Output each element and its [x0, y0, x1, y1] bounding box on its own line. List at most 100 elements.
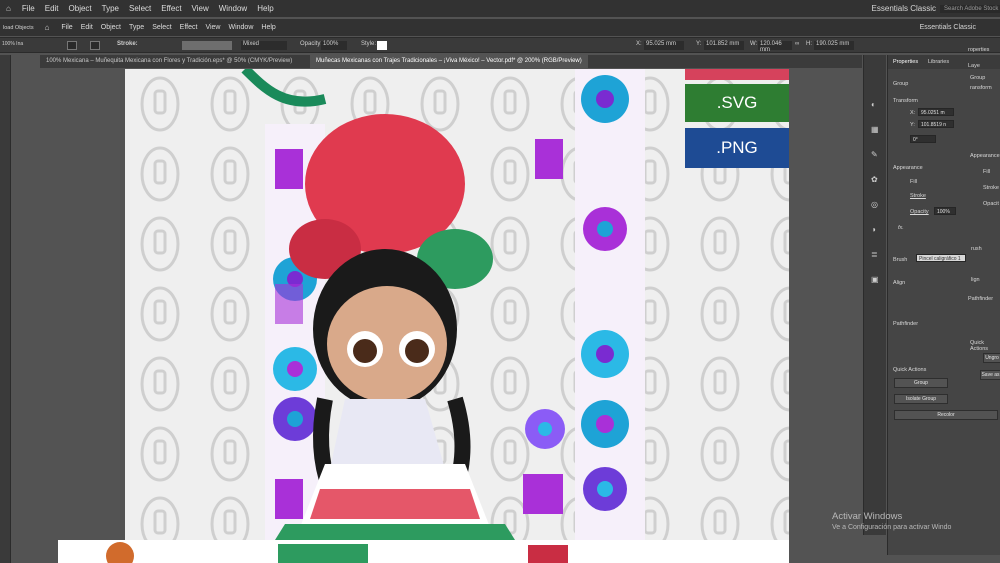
x-input[interactable]: 95.0251 m [918, 108, 954, 116]
panel2-quick-actions: Quick Actions [970, 340, 989, 352]
stroke-swatch[interactable] [90, 41, 100, 50]
menu-object[interactable]: Object [64, 4, 97, 13]
menu-file[interactable]: File [17, 4, 40, 13]
h-input[interactable]: 190.025 mm [814, 41, 854, 50]
layers-icon[interactable]: ≣ [871, 250, 878, 259]
opacity-label[interactable]: Opacity: [300, 41, 322, 47]
variable-width-profile[interactable] [182, 41, 232, 50]
isolate-group-button[interactable]: Isolate Group [894, 394, 948, 404]
menu-type[interactable]: Type [125, 24, 148, 31]
lower-artboard[interactable] [58, 540, 789, 563]
brush-select[interactable]: Mixed [241, 41, 287, 50]
menu-file[interactable]: File [57, 24, 76, 31]
decoration-text-block [278, 544, 368, 563]
stock-search-input[interactable]: Search Adobe Stock [940, 4, 1000, 13]
home-icon[interactable]: ⌂ [0, 4, 17, 13]
tab-mexicana-eps[interactable]: 100% Mexicana – Muñequita Mexicana con F… [40, 55, 308, 68]
opacity-input[interactable]: 100% [934, 207, 956, 215]
recolor-button[interactable]: Recolor [894, 410, 998, 420]
fill-label[interactable]: Fill [910, 179, 917, 185]
panel2-opacity: Opacit [983, 201, 999, 207]
brush-label: Brush [893, 257, 908, 263]
panel2-stroke: Stroke [983, 185, 999, 191]
menu-type[interactable]: Type [97, 4, 124, 13]
panel-dock-icons: ◐ ▦ ✎ ✿ ◎ ◑ ≣ ▣ [863, 55, 886, 535]
pathfinder-heading: Pathfinder [893, 321, 919, 327]
png-badge-label: .PNG [716, 138, 758, 157]
panel2-brush: rush [971, 246, 982, 252]
panel2-fill: Fill [983, 169, 991, 175]
home-icon[interactable]: ⌂ [37, 23, 58, 32]
y-input[interactable]: 101.8519 n [918, 120, 954, 128]
panel2-pathfinder: Pathfinder [968, 296, 994, 302]
menu-help[interactable]: Help [252, 4, 278, 13]
swatches-icon[interactable]: ▦ [871, 125, 879, 134]
transform-heading: Transform [893, 98, 918, 104]
panel2-properties: roperties [968, 47, 990, 53]
y-label: Y: [910, 122, 915, 128]
group-button[interactable]: Group [894, 378, 948, 388]
menu-edit[interactable]: Edit [40, 4, 64, 13]
x-label: X: [910, 110, 916, 116]
tab-libraries[interactable]: Libraries [928, 59, 949, 65]
color-icon[interactable]: ◐ [871, 100, 876, 109]
document-tabs: 100% Mexicana – Muñequita Mexicana con F… [40, 55, 862, 68]
menu-bar: ⌂ File Edit Object Type Select Effect Vi… [0, 0, 1000, 17]
svg-badge-label: .SVG [716, 93, 758, 112]
properties-panel: Properties Libraries Group Transform X: … [887, 47, 1000, 555]
h-label: H: [806, 41, 812, 47]
rotate-input[interactable]: 0° [910, 135, 936, 143]
menu-help[interactable]: Help [257, 24, 279, 31]
panel2-save-button[interactable]: Save as [980, 370, 1000, 380]
link-proportions-icon[interactable]: ∞ [795, 41, 799, 47]
style-swatch[interactable] [377, 41, 387, 50]
menu-object[interactable]: Object [97, 24, 125, 31]
tab-munecas-pdf[interactable]: Muñecas Mexicanas con Trajes Tradicional… [310, 55, 588, 68]
artboards-icon[interactable]: ▣ [871, 275, 879, 284]
opacity-input[interactable]: 100% [321, 41, 347, 50]
selection-type: Group [893, 81, 909, 87]
badge-top [685, 69, 789, 80]
menu-effect[interactable]: Effect [176, 24, 202, 31]
stroke-label[interactable]: Stroke [910, 193, 926, 199]
appearance-heading: Appearance [893, 165, 923, 171]
fill-swatch[interactable] [67, 41, 77, 50]
tab-properties[interactable]: Properties [893, 59, 918, 65]
graphic-styles-icon[interactable]: ◎ [871, 200, 878, 209]
brush-select[interactable]: Pincel caligráfico 1 [916, 254, 966, 262]
menu-effect[interactable]: Effect [156, 4, 186, 13]
y-input[interactable]: 101.852 mm [704, 41, 744, 50]
panel2-ungroup-button[interactable]: Ungro [983, 353, 1000, 363]
tools-panel [0, 55, 11, 563]
fx-icon[interactable]: fx. [898, 225, 904, 231]
menu-window[interactable]: Window [224, 24, 257, 31]
quick-actions-heading: Quick Actions [893, 367, 927, 373]
artboard[interactable]: .SVG .PNG [125, 69, 789, 540]
workspace-switcher[interactable]: Essentials Classic [896, 24, 1000, 31]
align-heading: Align [893, 280, 906, 286]
brushes-icon[interactable]: ✎ [871, 150, 878, 159]
objects-label: load Objects [3, 24, 34, 31]
menu-view[interactable]: View [187, 4, 214, 13]
menu-window[interactable]: Window [214, 4, 252, 13]
activate-windows-subtitle: Ve a Configuración para activar Windo [832, 524, 952, 531]
menu-select[interactable]: Select [148, 24, 175, 31]
panel2-group: Group [970, 75, 986, 81]
workspace-switcher[interactable]: Essentials Classic [868, 4, 940, 13]
transparency-icon[interactable]: ◑ [871, 225, 876, 234]
panel2-transform: ransform [970, 85, 992, 91]
y-label: Y: [696, 41, 702, 47]
menu-select[interactable]: Select [124, 4, 156, 13]
symbols-icon[interactable]: ✿ [871, 175, 878, 184]
menu-view[interactable]: View [201, 24, 224, 31]
panel2-align: lign [971, 277, 980, 283]
x-input[interactable]: 95.025 mm [644, 41, 684, 50]
svg-badge: .SVG [685, 84, 789, 122]
opacity-label[interactable]: Opacity [910, 209, 929, 215]
menu-edit[interactable]: Edit [77, 24, 97, 31]
control-bar: 100% Ina Stroke: Mixed Opacity: 100% Sty… [0, 37, 1000, 53]
stroke-label[interactable]: Stroke: [117, 41, 138, 47]
style-label: Style: [361, 41, 377, 47]
activate-windows-title: Activar Windows [832, 511, 903, 522]
w-input[interactable]: 120.046 mm [758, 41, 792, 53]
